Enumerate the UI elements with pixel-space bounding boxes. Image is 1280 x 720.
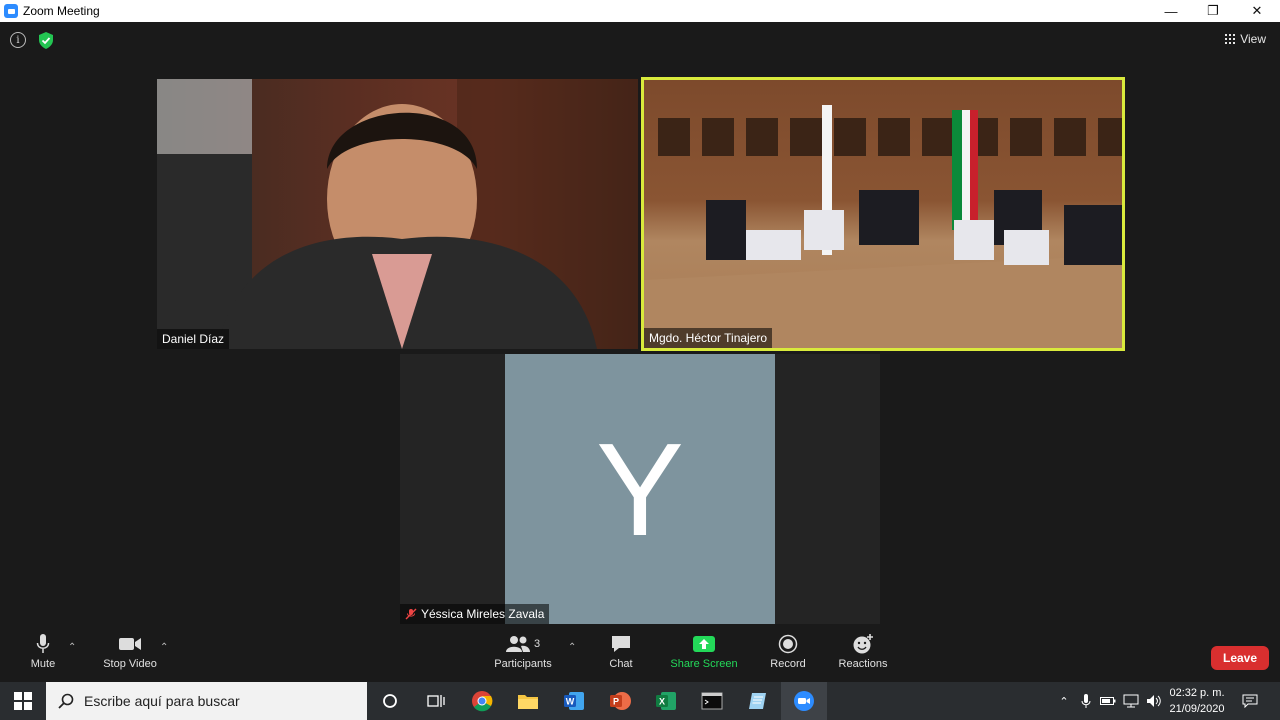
participant-avatar: Y <box>505 354 775 624</box>
volume-icon[interactable] <box>1144 682 1164 720</box>
grid-view-icon <box>1225 34 1236 44</box>
excel-icon: X <box>656 692 676 710</box>
word-icon: W <box>564 692 584 710</box>
windows-logo-icon <box>13 692 32 710</box>
terminal-icon <box>701 692 723 710</box>
chrome-icon <box>472 691 493 712</box>
search-icon <box>58 693 74 709</box>
cortana-circle-icon <box>383 694 397 708</box>
tray-microphone-icon[interactable] <box>1076 682 1096 720</box>
task-view-icon <box>427 695 445 707</box>
participants-label: Participants <box>494 658 552 670</box>
windows-taskbar: Escribe aquí para buscar W P X ⌃ 02:32 p… <box>0 682 1280 720</box>
svg-text:X: X <box>659 697 665 707</box>
window-title: Zoom Meeting <box>23 4 100 18</box>
participant-video-tile[interactable]: Daniel Díaz <box>157 79 638 349</box>
reactions-label: Reactions <box>838 658 888 670</box>
zoom-app-icon <box>4 4 18 18</box>
taskbar-search-box[interactable]: Escribe aquí para buscar <box>46 682 367 720</box>
share-screen-icon <box>693 636 715 652</box>
folder-icon <box>518 695 538 709</box>
participants-button[interactable]: 3 Participants <box>492 632 554 670</box>
view-button[interactable]: View <box>1225 32 1266 46</box>
mute-label: Mute <box>30 658 56 670</box>
cortana-button[interactable] <box>367 682 413 720</box>
chat-bubble-icon <box>612 636 630 652</box>
meeting-stage: i View Daniel Díaz Mgdo. Héctor Tinajero… <box>0 22 1280 682</box>
active-speaker-video-tile[interactable]: Mgdo. Héctor Tinajero <box>641 77 1125 351</box>
mute-button[interactable]: Mute <box>28 632 58 670</box>
view-label: View <box>1240 32 1266 46</box>
stop-video-button[interactable]: Stop Video <box>100 632 160 670</box>
taskbar-clock[interactable]: 02:32 p. m. 21/09/2020 <box>1164 685 1230 717</box>
microphone-icon <box>36 634 50 653</box>
participant-name: Mgdo. Héctor Tinajero <box>644 328 773 348</box>
participant-name: Daniel Díaz <box>157 329 230 349</box>
chat-button[interactable]: Chat <box>606 632 636 670</box>
close-button[interactable]: ✕ <box>1234 0 1280 22</box>
participant-name: Yéssica Mireles Zavala <box>421 607 545 621</box>
svg-text:P: P <box>613 697 619 707</box>
excel-taskbar-button[interactable]: X <box>643 682 689 720</box>
chat-label: Chat <box>609 658 633 670</box>
file-explorer-taskbar-button[interactable] <box>505 682 551 720</box>
record-label: Record <box>770 658 806 670</box>
stop-video-label: Stop Video <box>103 658 157 670</box>
participant-name-badge: Yéssica Mireles Zavala <box>400 604 550 624</box>
window-titlebar: Zoom Meeting — ❐ ✕ <box>0 0 1280 22</box>
powerpoint-icon: P <box>610 692 631 710</box>
svg-text:W: W <box>566 697 575 707</box>
audio-options-chevron-icon[interactable]: ⌃ <box>68 642 76 653</box>
notifications-icon[interactable] <box>1238 682 1262 720</box>
powerpoint-taskbar-button[interactable]: P <box>597 682 643 720</box>
record-icon <box>778 634 798 654</box>
smiley-reaction-icon <box>853 634 873 654</box>
clock-date: 21/09/2020 <box>1169 703 1225 715</box>
participants-count: 3 <box>533 638 541 650</box>
search-placeholder: Escribe aquí para buscar <box>84 693 240 709</box>
task-view-button[interactable] <box>413 682 459 720</box>
video-camera-icon <box>119 638 141 650</box>
record-button[interactable]: Record <box>768 632 808 670</box>
participant-video-feed <box>157 79 638 349</box>
clock-time: 02:32 p. m. <box>1169 687 1225 699</box>
share-screen-label: Share Screen <box>670 658 738 670</box>
leave-button[interactable]: Leave <box>1211 646 1269 670</box>
participant-avatar-tile[interactable]: Y Yéssica Mireles Zavala <box>400 354 880 624</box>
notepad-taskbar-button[interactable] <box>735 682 781 720</box>
zoom-taskbar-button[interactable] <box>781 682 827 720</box>
network-icon[interactable] <box>1120 682 1142 720</box>
show-hidden-icons-chevron-icon[interactable]: ⌃ <box>1054 682 1074 720</box>
meeting-toolbar: Mute ⌃ Stop Video ⌃ 3 Participants ⌃ Cha… <box>0 632 1280 682</box>
notepad-icon <box>749 693 766 709</box>
encryption-shield-icon[interactable] <box>38 32 54 49</box>
restore-button[interactable]: ❐ <box>1190 0 1236 22</box>
participants-icon <box>505 636 530 652</box>
video-options-chevron-icon[interactable]: ⌃ <box>160 642 168 653</box>
participant-video-feed <box>644 105 1122 348</box>
minimize-button[interactable]: — <box>1148 0 1194 22</box>
chrome-taskbar-button[interactable] <box>459 682 505 720</box>
word-taskbar-button[interactable]: W <box>551 682 597 720</box>
start-button[interactable] <box>0 682 45 720</box>
reactions-button[interactable]: Reactions <box>836 632 890 670</box>
zoom-icon <box>794 691 814 711</box>
muted-microphone-icon <box>405 608 417 620</box>
share-screen-button[interactable]: Share Screen <box>670 632 738 670</box>
meeting-info-icon[interactable]: i <box>10 32 26 48</box>
participants-options-chevron-icon[interactable]: ⌃ <box>568 642 576 653</box>
command-prompt-taskbar-button[interactable] <box>689 682 735 720</box>
battery-icon[interactable] <box>1098 682 1118 720</box>
